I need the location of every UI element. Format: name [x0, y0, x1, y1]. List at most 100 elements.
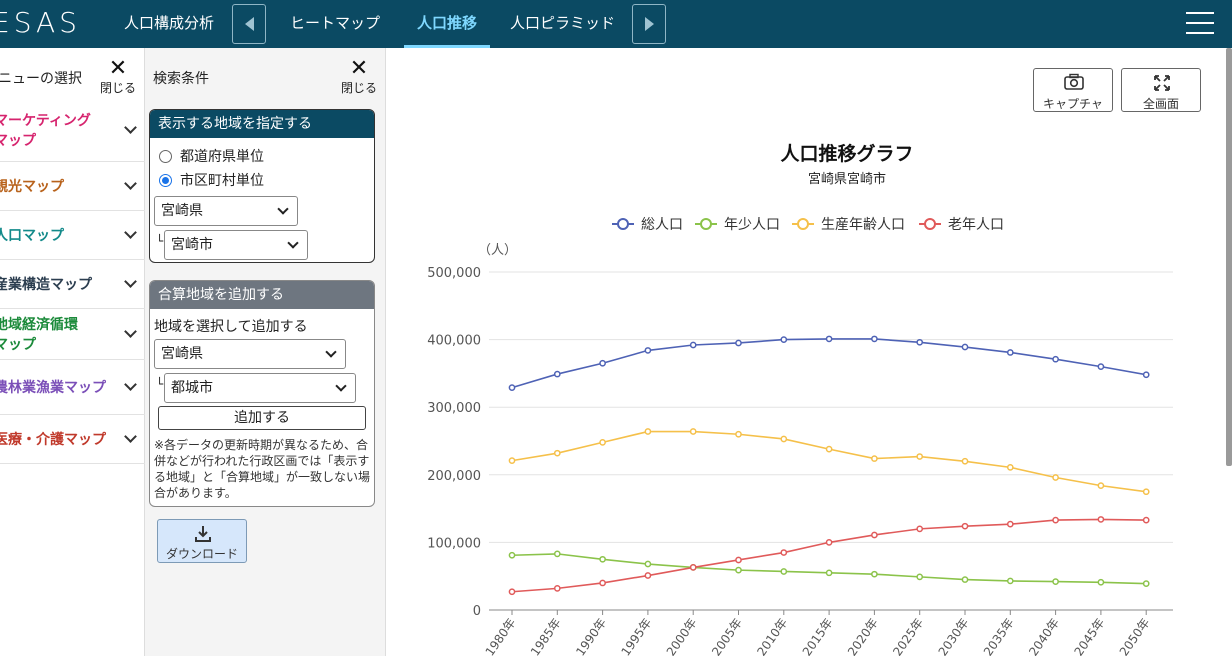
- y-tick-label: 400,000: [427, 334, 481, 349]
- city-select[interactable]: 宮崎市: [164, 230, 308, 260]
- chart-title: 人口推移グラフ: [780, 142, 913, 165]
- chevron-down-icon: [124, 274, 137, 288]
- menu-item-4[interactable]: 産業構造マップ: [0, 260, 145, 309]
- add-prefecture-select[interactable]: 宮崎県: [154, 339, 346, 369]
- display-region-box: 表示する地域を指定する 都道府県単位 市区町村単位 宮崎県 └ 宮崎市: [149, 109, 375, 263]
- data-point: [961, 343, 969, 351]
- search-close-button[interactable]: ✕ 閉じる: [339, 58, 379, 98]
- menu-item-2[interactable]: 観光マップ: [0, 162, 145, 211]
- vertical-scrollbar[interactable]: [1226, 48, 1232, 466]
- city-select-value: 宮崎市: [171, 237, 213, 253]
- close-icon: ✕: [349, 56, 369, 81]
- y-tick-label: 0: [473, 604, 481, 619]
- menu-close-button[interactable]: ✕ 閉じる: [98, 58, 138, 98]
- tab-heatmap[interactable]: ヒートマップ: [290, 0, 380, 48]
- data-point: [735, 556, 742, 564]
- radio-city-indicator[interactable]: [159, 173, 172, 187]
- data-point: [1142, 371, 1150, 379]
- prefecture-select-value: 宮崎県: [161, 203, 203, 219]
- nav-population-composition[interactable]: 人口構成分析: [124, 0, 214, 48]
- data-point: [916, 525, 924, 533]
- chevron-down-icon: [335, 380, 347, 392]
- arrow-left-icon: [244, 17, 254, 31]
- tab-population-pyramid[interactable]: 人口ピラミッド: [510, 0, 615, 48]
- x-tick-label: 1985年: [528, 616, 564, 656]
- menu-item-label: 人口マップ: [0, 226, 64, 246]
- data-point: [735, 430, 742, 438]
- data-point: [780, 549, 788, 556]
- menu-item-5[interactable]: 地域経済循環 マップ: [0, 309, 145, 360]
- x-tick-label: 1980年: [483, 616, 519, 656]
- menu-item-label: マーケティング マップ: [0, 111, 91, 151]
- nav-scroll-left-button[interactable]: [232, 4, 266, 44]
- y-tick-label: 200,000: [427, 469, 481, 484]
- data-point: [1097, 516, 1105, 523]
- chevron-down-icon: [124, 429, 137, 443]
- y-axis-label: （人）: [478, 243, 517, 258]
- x-tick-label: 2005年: [709, 616, 745, 656]
- legend-marker: [797, 218, 809, 230]
- data-point: [1142, 488, 1150, 496]
- tab-population-trend[interactable]: 人口推移: [404, 0, 490, 48]
- data-point: [508, 588, 516, 596]
- x-tick-label: 2015年: [800, 616, 836, 656]
- menu-item-3[interactable]: 人口マップ: [0, 211, 145, 260]
- tree-branch-mark: └: [156, 377, 164, 391]
- app-logo[interactable]: ESAS: [0, 6, 81, 39]
- menu-item-label-line: マップ: [0, 133, 36, 149]
- download-button[interactable]: ダウンロード: [157, 519, 247, 563]
- data-point: [916, 338, 924, 346]
- close-icon: ✕: [108, 56, 128, 81]
- radio-prefecture-indicator[interactable]: [159, 149, 172, 163]
- data-point: [1006, 349, 1014, 356]
- menu-item-7[interactable]: 医療・介護マップ: [0, 415, 145, 464]
- close-label: 閉じる: [340, 81, 377, 95]
- chart-area: キャプチャ 全画面 人口推移グラフ 宮崎県宮崎市 総人口 年少人口 生産年齢人口 老年人口…: [386, 48, 1232, 656]
- add-city-value: 都城市: [171, 380, 213, 396]
- radio-city-label: 市区町村単位: [180, 173, 264, 189]
- nav-scroll-right-button[interactable]: [632, 4, 666, 44]
- data-point: [1006, 577, 1014, 585]
- menu-item-label-line: 産業構造マップ: [0, 276, 92, 293]
- prefecture-select[interactable]: 宮崎県: [154, 196, 298, 226]
- hamburger-menu-icon[interactable]: [1186, 12, 1214, 36]
- legend-marker: [700, 218, 712, 230]
- data-point: [1142, 516, 1150, 524]
- data-point: [599, 359, 606, 367]
- data-point: [825, 445, 833, 453]
- data-point: [599, 439, 606, 446]
- data-point: [916, 453, 924, 460]
- menu-selection-panel: ニューの選択 ✕ 閉じる マーケティング マップ 観光マップ 人口マップ 産業構造マップ…: [0, 48, 145, 656]
- search-panel-title: 検索条件: [153, 71, 209, 87]
- legend-marker: [617, 218, 629, 230]
- x-tick-label: 2035年: [981, 616, 1017, 656]
- chevron-down-icon: [277, 203, 289, 215]
- data-point: [508, 551, 516, 559]
- data-point: [553, 550, 561, 558]
- data-point: [735, 339, 742, 347]
- app-header: ESAS 人口構成分析 ヒートマップ 人口推移 人口ピラミッド: [0, 0, 1232, 48]
- data-point: [780, 435, 788, 443]
- menu-item-label: 医療・介護マップ: [0, 430, 106, 450]
- menu-item-label-line: 人口マップ: [0, 227, 64, 244]
- add-city-select[interactable]: 都城市: [164, 373, 356, 403]
- close-label: 閉じる: [99, 81, 136, 95]
- data-point: [599, 555, 606, 563]
- chevron-down-icon: [124, 225, 137, 239]
- legend-label: 年少人口: [724, 217, 780, 233]
- region-mismatch-note: ※各データの更新時期が異なるため、合併などが行われた行政区画では「表示する地域」…: [154, 438, 371, 500]
- add-region-heading: 合算地域を追加する: [150, 281, 374, 309]
- radio-prefecture-unit[interactable]: 都道府県単位: [159, 146, 264, 166]
- data-point: [1097, 482, 1105, 489]
- menu-item-label-line: 農林業漁業マップ: [0, 379, 106, 396]
- add-prefecture-value: 宮崎県: [161, 346, 203, 362]
- radio-city-unit[interactable]: 市区町村単位: [159, 170, 264, 190]
- data-point: [871, 531, 878, 539]
- data-point: [916, 573, 924, 581]
- population-trend-chart: 人口推移グラフ宮崎県宮崎市総人口 年少人口 生産年齢人口 老年人口 （人） 0 100,00…: [427, 142, 1173, 656]
- menu-item-6[interactable]: 農林業漁業マップ: [0, 360, 145, 415]
- data-point: [553, 449, 561, 457]
- menu-item-1[interactable]: マーケティング マップ: [0, 100, 145, 162]
- add-region-button[interactable]: 追加する: [158, 406, 366, 430]
- x-tick-label: 2000年: [664, 616, 700, 656]
